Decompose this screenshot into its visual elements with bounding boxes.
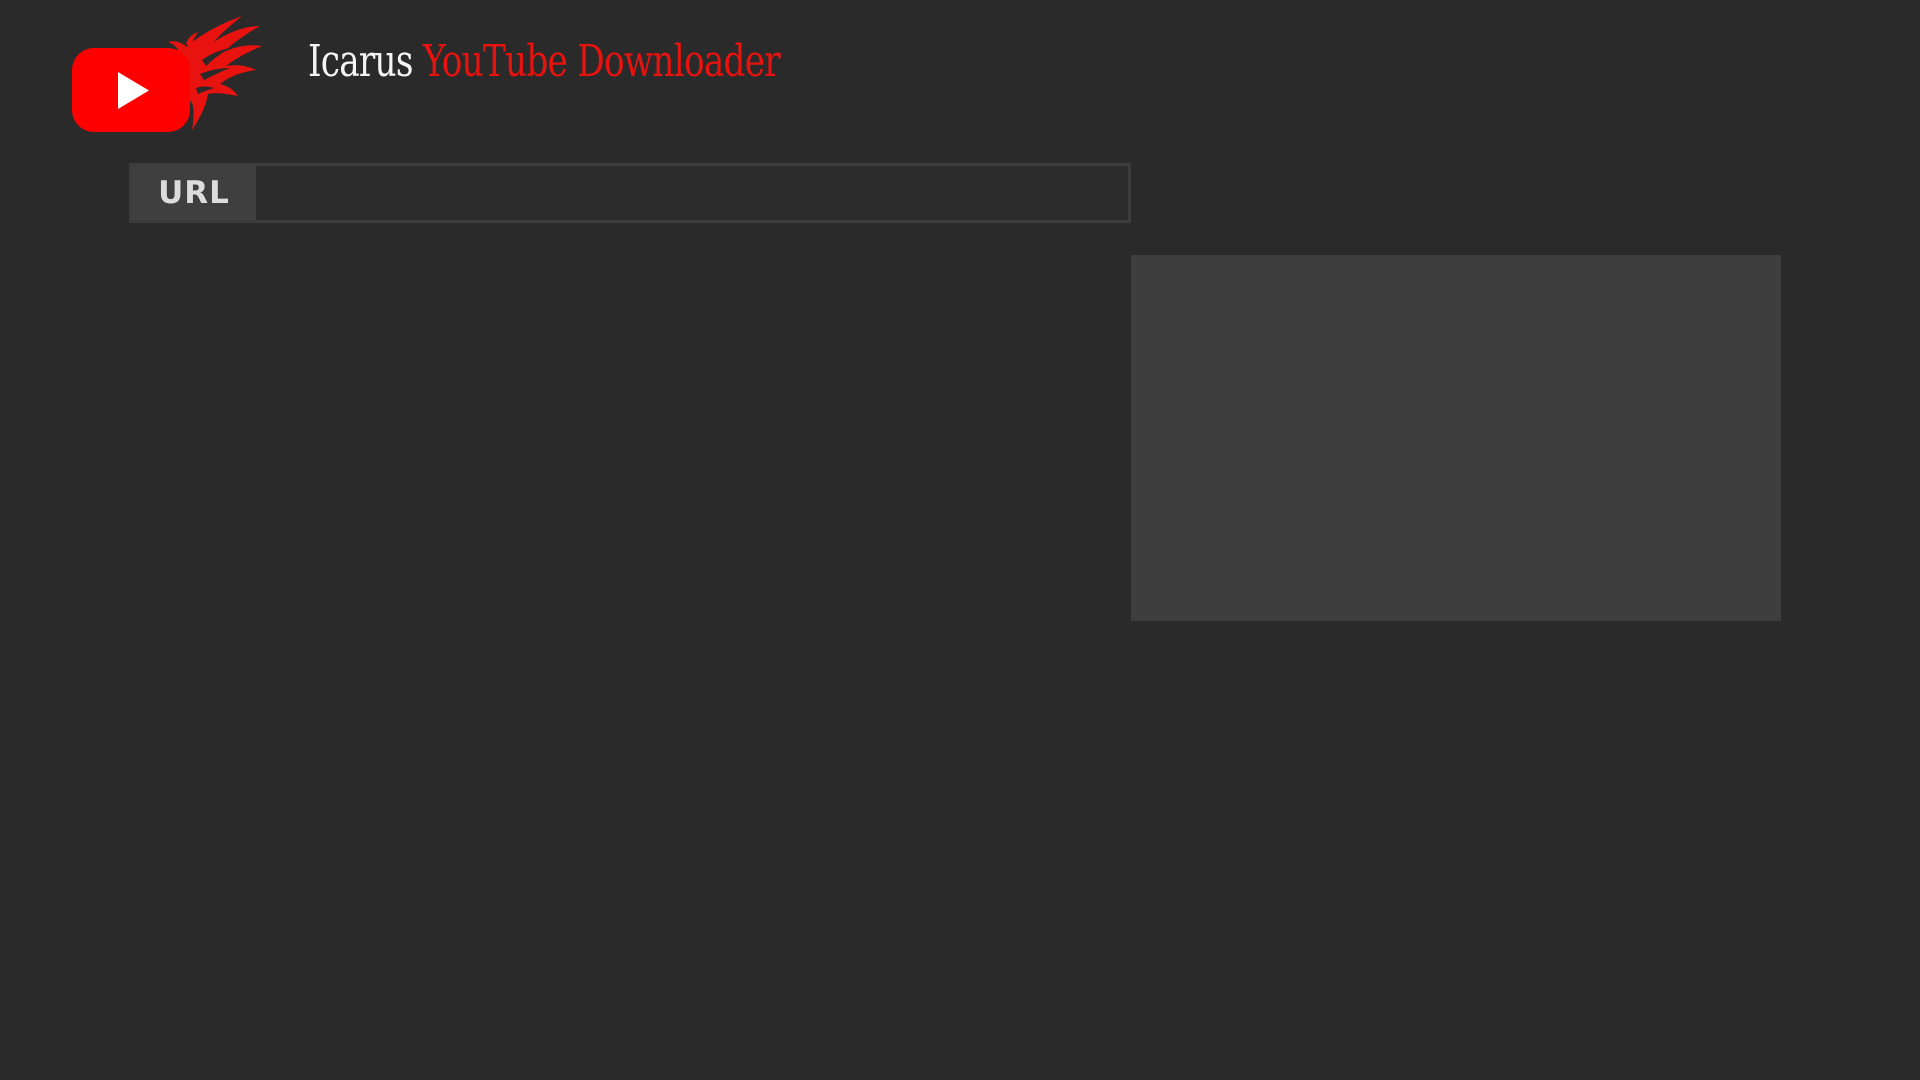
app-title-name: Icarus — [308, 35, 413, 87]
video-preview-panel — [1131, 255, 1781, 621]
app-window: Icarus YouTube Downloader URL — [0, 0, 1920, 1080]
url-input[interactable] — [256, 166, 1128, 220]
header: Icarus YouTube Downloader — [70, 14, 913, 134]
url-label: URL — [132, 166, 256, 220]
app-title-subtitle: YouTube Downloader — [422, 35, 781, 87]
url-bar: URL — [129, 163, 1131, 223]
youtube-phoenix-logo-icon — [70, 14, 280, 134]
app-title: Icarus YouTube Downloader — [308, 35, 781, 87]
